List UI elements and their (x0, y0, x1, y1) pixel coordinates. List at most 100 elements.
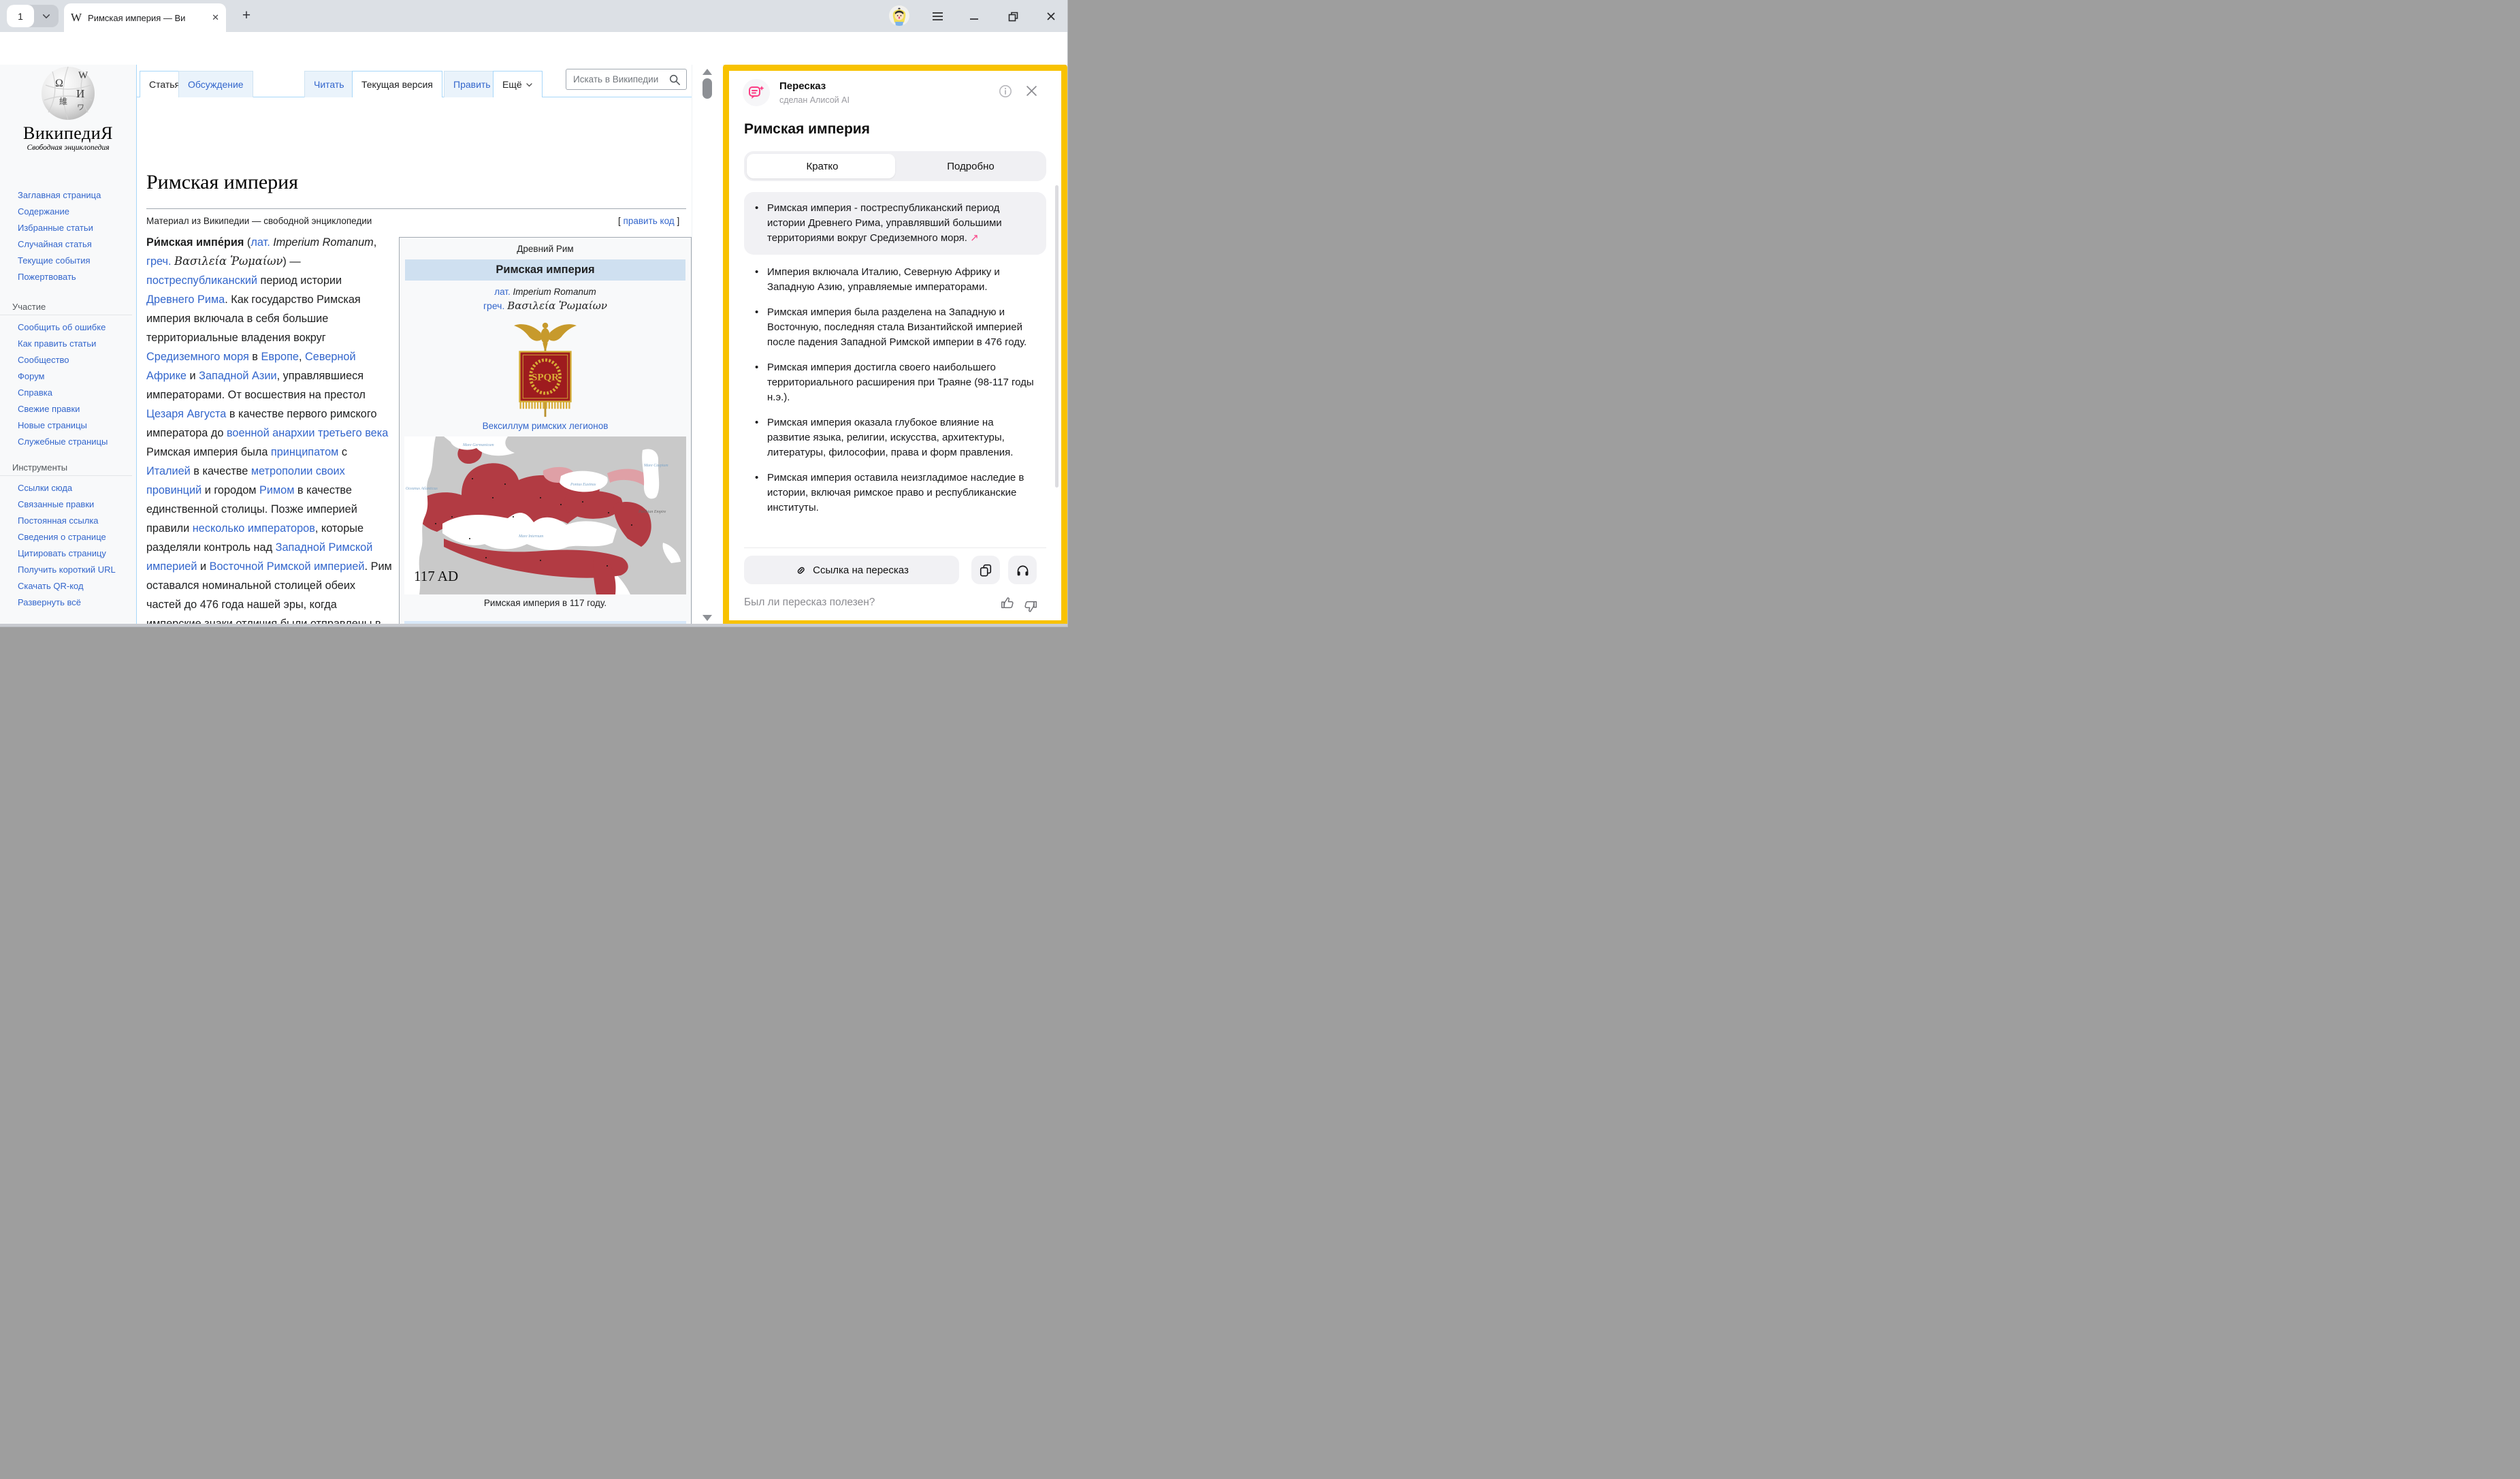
article-text: в качестве (191, 465, 251, 477)
article-link[interactable]: военной анархии (227, 427, 315, 439)
map-sea-label: Oceanus Atlanticus (406, 487, 438, 491)
infobox-greek-name: греч. Βασιλεία Ῥωμαίων (400, 300, 691, 312)
edit-code-anchor[interactable]: править код (624, 216, 675, 226)
sidebar-link[interactable]: Форум (18, 368, 131, 385)
summary-bullet-text: Римская империя оказала глубокое влияние… (767, 417, 1013, 458)
listen-button[interactable] (1008, 556, 1037, 584)
search-icon[interactable] (668, 74, 681, 86)
sidebar-link[interactable]: Сообщество (18, 352, 131, 368)
article-link[interactable]: лат. (251, 236, 270, 249)
sidebar-link[interactable]: Получить короткий URL (18, 562, 131, 578)
info-button[interactable] (999, 84, 1012, 98)
tab-read[interactable]: Читать (304, 71, 354, 97)
tab-brief[interactable]: Кратко (747, 151, 898, 181)
tab-current-version[interactable]: Текущая версия (352, 71, 442, 97)
scroll-down-arrow-icon[interactable] (702, 615, 712, 621)
panel-close-button[interactable] (1026, 85, 1037, 97)
sidebar-link[interactable]: Избранные статьи (18, 220, 131, 236)
summary-bullet-text: Римская империя была разделена на Западн… (767, 306, 1027, 348)
menu-button[interactable] (930, 9, 945, 24)
sidebar-link[interactable]: Связанные правки (18, 496, 131, 513)
sidebar-link[interactable]: Текущие события (18, 253, 131, 269)
sidebar-link[interactable]: Как править статьи (18, 336, 131, 352)
infobox-latin-name: лат. Imperium Romanum (400, 287, 691, 297)
tab-detailed[interactable]: Подробно (895, 151, 1046, 181)
article-link[interactable]: Древнего Рима (146, 293, 225, 306)
latin-prefix-link[interactable]: лат. (494, 287, 511, 297)
tab-count-badge[interactable]: 1 (7, 5, 34, 27)
tab-edit[interactable]: Править (444, 71, 500, 97)
retell-link-button[interactable]: Ссылка на пересказ (744, 556, 959, 584)
greek-prefix-link[interactable]: греч. (483, 300, 504, 311)
sidebar-link[interactable]: Ссылки сюда (18, 480, 131, 496)
article-link[interactable]: Восточной Римской империей (210, 560, 365, 573)
article-text: в (249, 351, 261, 363)
new-tab-button[interactable]: + (236, 5, 257, 26)
article-link[interactable]: Средиземного моря (146, 351, 249, 363)
article-link[interactable]: Западной Азии (199, 370, 276, 382)
sidebar-link[interactable]: Новые страницы (18, 417, 131, 434)
article-link[interactable]: греч. (146, 255, 172, 268)
chevron-down-icon[interactable] (34, 5, 59, 27)
vexillum-image[interactable]: SPQR (400, 316, 691, 418)
sidebar-link[interactable]: Случайная статья (18, 236, 131, 253)
wikipedia-favicon: W (71, 11, 82, 25)
article-link[interactable]: Италией (146, 465, 191, 477)
tab-more[interactable]: Ещё (493, 71, 543, 97)
copy-button[interactable] (971, 556, 1000, 584)
restore-window-button[interactable] (1005, 9, 1020, 24)
empire-map-image[interactable]: Oceanus AtlanticusMare GermanicumPontus … (404, 436, 686, 594)
thumbs-down-icon (1023, 599, 1038, 614)
wiki-search-box[interactable] (566, 69, 687, 90)
article-link[interactable]: постреспубликанский (146, 274, 257, 287)
sidebar-link[interactable]: Пожертвовать (18, 269, 131, 285)
article-paragraph: Ри́мская импе́рия (лат. Imperium Romanum… (146, 233, 393, 626)
sidebar-link[interactable]: Сообщить об ошибке (18, 319, 131, 336)
sidebar-link[interactable]: Свежие правки (18, 401, 131, 417)
scroll-up-arrow-icon[interactable] (702, 69, 712, 75)
tab-close-icon[interactable]: ✕ (212, 12, 219, 23)
sidebar-link[interactable]: Заглавная страница (18, 187, 131, 204)
sidebar-link[interactable]: Развернуть всё (18, 594, 131, 611)
page-scrollbar[interactable] (692, 65, 723, 626)
sidebar-link[interactable]: Скачать QR-код (18, 578, 131, 594)
article-text: , (299, 351, 305, 363)
sidebar-link[interactable]: Постоянная ссылка (18, 513, 131, 529)
search-input[interactable] (566, 74, 668, 84)
article-link[interactable]: третьего века (318, 427, 388, 439)
article-link[interactable]: Римом (259, 484, 294, 496)
map-caption: Римская империя в 117 году. (400, 598, 691, 608)
summary-bullet-text: Империя включала Италию, Северную Африку… (767, 266, 1000, 293)
alice-avatar-image (889, 5, 909, 26)
map-year-label: 117 AD (414, 568, 458, 584)
sidebar-link[interactable]: Служебные страницы (18, 434, 131, 450)
minimize-button[interactable] (967, 9, 982, 24)
retell-icon (748, 84, 764, 101)
thumbs-up-button[interactable] (1000, 595, 1015, 610)
scrollbar-thumb[interactable] (702, 78, 712, 99)
wikipedia-logo[interactable]: W Ω И 維 ワ ВикипедиЯ Свободная энциклопед… (0, 66, 136, 152)
article-text: Ри́мская импе́рия (146, 236, 244, 249)
tab-group-button[interactable]: 1 (7, 5, 59, 27)
vexillum-caption-link[interactable]: Вексиллум римских легионов (400, 421, 691, 431)
sidebar-link[interactable]: Содержание (18, 204, 131, 220)
sidebar-link[interactable]: Цитировать страницу (18, 545, 131, 562)
profile-avatar[interactable] (889, 5, 909, 26)
greek-name: Βασιλεία Ῥωμαίων (507, 300, 607, 312)
article-link[interactable]: Цезаря Августа (146, 408, 226, 420)
thumbs-up-icon (1000, 595, 1015, 610)
thumbs-down-button[interactable] (1023, 599, 1038, 614)
article-link[interactable]: Европе (261, 351, 299, 363)
close-window-button[interactable] (1044, 9, 1059, 24)
sidebar-link[interactable]: Справка (18, 385, 131, 401)
panel-scrollbar-thumb[interactable] (1055, 185, 1059, 488)
article-text: и городом (201, 484, 259, 496)
sidebar-link[interactable]: Сведения о странице (18, 529, 131, 545)
svg-text:維: 維 (59, 97, 67, 106)
source-link-arrow[interactable]: ↗ (967, 232, 979, 244)
tab-discussion[interactable]: Обсуждение (178, 71, 253, 97)
article-link[interactable]: принципатом (271, 446, 338, 458)
browser-tab[interactable]: W Римская империя — Ви ✕ (64, 3, 226, 32)
article-link[interactable]: несколько императоров (193, 522, 315, 535)
article-text: Римская империя была (146, 446, 271, 458)
